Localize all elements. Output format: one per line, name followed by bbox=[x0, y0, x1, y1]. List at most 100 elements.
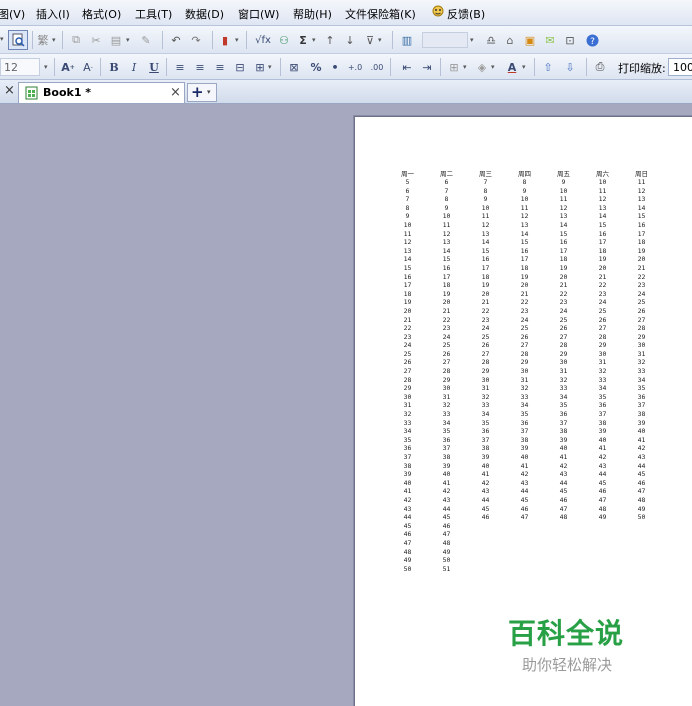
increase-decimal-icon[interactable]: +.0 bbox=[346, 58, 364, 76]
font-size-select[interactable]: 12 bbox=[0, 58, 40, 76]
gallery-icon[interactable]: ▣ bbox=[522, 31, 538, 49]
tab-book1[interactable]: Book1 * × bbox=[18, 82, 185, 103]
print-icon[interactable]: ⎙ bbox=[592, 58, 608, 76]
feedback-icon[interactable] bbox=[431, 5, 445, 19]
chevron-down-icon[interactable]: ▾ bbox=[235, 36, 239, 44]
table-cell bbox=[622, 556, 661, 565]
close-tab-icon[interactable]: × bbox=[170, 85, 181, 100]
decrease-font-icon[interactable]: A- bbox=[80, 58, 96, 76]
sort-ascending-icon[interactable]: ↑ bbox=[322, 31, 338, 49]
table-cell: 14 bbox=[559, 220, 568, 229]
chevron-down-icon[interactable]: ▾ bbox=[44, 63, 48, 71]
table-cell: 37 bbox=[481, 435, 490, 444]
chevron-down-icon[interactable]: ▾ bbox=[491, 63, 495, 71]
underline-button[interactable]: U bbox=[146, 58, 162, 76]
table-row: 44 45 46 47 48 49 50 bbox=[388, 513, 661, 522]
align-center-icon[interactable]: ≡ bbox=[192, 58, 208, 76]
percent-button[interactable]: % bbox=[308, 58, 324, 76]
menu-window[interactable]: 窗口(W) bbox=[238, 6, 279, 22]
thousands-separator-icon[interactable]: • bbox=[328, 58, 342, 76]
bold-button[interactable]: B bbox=[106, 58, 122, 76]
table-cell: 11 bbox=[442, 220, 451, 229]
filter-icon[interactable]: ⊽ bbox=[362, 31, 378, 49]
table-cell bbox=[505, 565, 544, 574]
copy-icon[interactable]: ⧉ bbox=[68, 31, 84, 49]
cut-icon[interactable]: ✂ bbox=[88, 31, 104, 49]
print-preview-button[interactable] bbox=[8, 30, 28, 50]
decrease-indent-icon[interactable]: ⇤ bbox=[398, 58, 416, 76]
help-icon-glyph: ? bbox=[586, 34, 598, 47]
chevron-down-icon[interactable]: ▾ bbox=[268, 63, 272, 71]
traditional-chinese-button[interactable]: 繁 bbox=[36, 31, 50, 49]
borders-icon[interactable]: ⊞ bbox=[446, 58, 462, 76]
menu-format[interactable]: 格式(O) bbox=[82, 6, 121, 22]
print-zoom-value: 100 bbox=[673, 61, 692, 74]
merge-center-icon[interactable]: ⊟ bbox=[232, 58, 248, 76]
chevron-down-icon[interactable]: ▾ bbox=[126, 36, 130, 44]
menu-feedback[interactable]: 反馈(B) bbox=[447, 6, 485, 22]
align-left-icon[interactable]: ≡ bbox=[172, 58, 188, 76]
table-cell: 45 bbox=[598, 478, 607, 487]
chart-icon[interactable]: ▥ bbox=[398, 31, 416, 49]
mail-icon[interactable]: ✉ bbox=[542, 31, 558, 49]
move-up-icon[interactable]: ⇧ bbox=[540, 58, 556, 76]
table-cell: 42 bbox=[598, 453, 607, 461]
chevron-down-icon[interactable]: ▾ bbox=[0, 35, 4, 43]
font-color-icon[interactable]: A bbox=[504, 58, 520, 76]
paste-icon[interactable]: ▤ bbox=[108, 31, 124, 49]
home-icon[interactable]: ⌂ bbox=[502, 31, 518, 49]
gift-icon[interactable]: ⊡ bbox=[562, 31, 578, 49]
currency-format-icon[interactable]: ⊠ bbox=[286, 58, 302, 76]
move-down-icon[interactable]: ⇩ bbox=[562, 58, 578, 76]
close-all-tabs-button[interactable]: × bbox=[4, 83, 15, 98]
table-cell bbox=[583, 522, 622, 531]
menu-insert[interactable]: 插入(I) bbox=[36, 6, 70, 22]
table-cell: 28 bbox=[481, 358, 490, 367]
table-cell: 36 bbox=[403, 444, 412, 453]
chevron-down-icon[interactable]: ▾ bbox=[470, 36, 474, 44]
italic-button[interactable]: I bbox=[126, 58, 142, 76]
redo-icon[interactable]: ↷ bbox=[188, 31, 204, 49]
chevron-down-icon[interactable]: ▾ bbox=[463, 63, 467, 71]
table-cell: 37 bbox=[403, 453, 412, 461]
print-zoom-input[interactable]: 100 bbox=[668, 58, 692, 76]
undo-icon[interactable]: ↶ bbox=[168, 31, 184, 49]
menu-data[interactable]: 数据(D) bbox=[185, 6, 224, 22]
chevron-down-icon[interactable]: ▾ bbox=[312, 36, 316, 44]
merge-cells-icon[interactable]: ⊞ bbox=[252, 58, 268, 76]
chevron-down-icon[interactable]: ▾ bbox=[378, 36, 382, 44]
autosum-button[interactable]: Σ bbox=[296, 31, 310, 49]
decrease-decimal-icon[interactable]: .00 bbox=[368, 58, 386, 76]
new-tab-button[interactable]: + ▾ bbox=[187, 83, 217, 102]
table-cell: 44 bbox=[598, 470, 607, 479]
chevron-down-icon[interactable]: ▾ bbox=[52, 36, 56, 44]
increase-font-icon[interactable]: A + bbox=[60, 58, 76, 76]
table-cell: 12 bbox=[520, 212, 529, 221]
sort-descending-icon[interactable]: ↓ bbox=[342, 31, 358, 49]
align-right-icon[interactable]: ≡ bbox=[212, 58, 228, 76]
table-row: 33 34 35 36 37 38 39 bbox=[388, 419, 661, 428]
row-column-icon[interactable]: ▮ bbox=[218, 31, 232, 49]
table-cell: 38 bbox=[481, 444, 490, 453]
fill-color-icon[interactable]: ◈ bbox=[474, 58, 490, 76]
chevron-down-icon[interactable]: ▾ bbox=[522, 63, 526, 71]
table-cell: 40 bbox=[442, 470, 451, 479]
insert-function-button[interactable]: √fx bbox=[252, 31, 274, 49]
find-icon[interactable]: ♎ bbox=[482, 31, 500, 49]
help-icon[interactable]: ? bbox=[584, 31, 600, 49]
menu-tools[interactable]: 工具(T) bbox=[135, 6, 172, 22]
menu-help[interactable]: 帮助(H) bbox=[293, 6, 332, 22]
format-painter-icon[interactable]: ✎ bbox=[138, 31, 154, 49]
sum-helper-icon[interactable]: ⚇ bbox=[276, 31, 292, 49]
table-cell: 40 bbox=[598, 435, 607, 444]
menu-file-vault[interactable]: 文件保险箱(K) bbox=[345, 6, 416, 22]
style-select[interactable] bbox=[422, 32, 468, 48]
menu-view[interactable]: 图(V) bbox=[0, 6, 25, 22]
table-row: 46 47 bbox=[388, 530, 661, 539]
table-cell bbox=[622, 548, 661, 557]
table-cell: 23 bbox=[520, 306, 529, 315]
chevron-down-icon[interactable]: ▾ bbox=[207, 88, 211, 96]
table-cell: 49 bbox=[442, 547, 451, 556]
table-cell: 29 bbox=[481, 367, 490, 376]
increase-indent-icon[interactable]: ⇥ bbox=[418, 58, 436, 76]
